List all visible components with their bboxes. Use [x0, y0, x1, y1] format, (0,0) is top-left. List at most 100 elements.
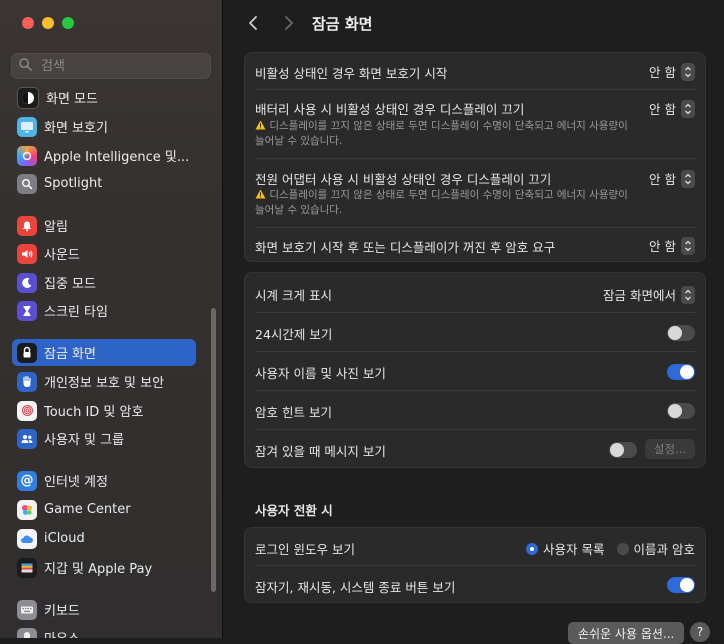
sidebar-item-label: 인터넷 계정	[44, 471, 108, 490]
zoom-window-button[interactable]	[62, 17, 74, 29]
sidebar-item-sound[interactable]: 사운드	[12, 240, 196, 267]
radio-label: 이름과 암호	[634, 539, 695, 558]
show-hint-row: 암호 힌트 보기	[245, 391, 705, 429]
sidebar-item-label: 사용자 및 그룹	[44, 429, 124, 448]
lock-screen-icon	[17, 343, 37, 363]
up-down-chevron-icon	[681, 100, 695, 118]
display-timeout-group: 비활성 상태인 경우 화면 보호기 시작 안 함 배터리 사용 시 비활성 상태…	[244, 52, 706, 262]
popup-value: 안 함	[649, 236, 676, 255]
settings-window: 화면 모드 화면 보호기 Apple Intelligence 및... Spo…	[0, 0, 724, 638]
sidebar-item-label: Game Center	[44, 502, 131, 517]
internet-accounts-icon: @	[17, 471, 37, 491]
radio-user-list[interactable]: 사용자 목록	[526, 539, 604, 558]
notifications-icon	[17, 216, 37, 236]
sidebar-item-game-center[interactable]: Game Center	[12, 496, 196, 523]
popup-value: 안 함	[649, 99, 676, 118]
accessibility-options-button[interactable]: 손쉬운 사용 옵션...	[568, 622, 684, 644]
help-button[interactable]: ?	[690, 622, 710, 642]
sidebar-item-touch-id[interactable]: Touch ID 및 암호	[12, 397, 196, 424]
require-password-row: 화면 보호기 시작 후 또는 디스플레이가 꺼진 후 암호 요구 안 함	[245, 228, 705, 262]
toolbar: 잠금 화면	[223, 0, 724, 46]
focus-icon	[17, 273, 37, 293]
warning-text: 디스플레이를 끄지 않은 상태로 두면 디스플레이 수명이 단축되고 에너지 사…	[255, 188, 635, 218]
search-field[interactable]	[11, 53, 211, 79]
message-settings-button[interactable]: 설정...	[645, 439, 695, 459]
adapter-display-off-popup[interactable]: 안 함	[649, 169, 695, 188]
sidebar-item-label: 잠금 화면	[44, 343, 96, 362]
back-button[interactable]	[243, 13, 263, 33]
sidebar-item-notifications[interactable]: 알림	[12, 212, 196, 239]
sidebar-item-wallet[interactable]: 지갑 및 Apple Pay	[12, 554, 196, 581]
sidebar-item-users[interactable]: 사용자 및 그룹	[12, 425, 196, 452]
require-password-popup[interactable]: 안 함	[649, 236, 695, 255]
sidebar-item-label: 스크린 타임	[44, 301, 108, 320]
warning-icon	[255, 189, 266, 201]
row-label: 사용자 이름 및 사진 보기	[255, 363, 386, 382]
show-message-toggle[interactable]	[609, 442, 637, 458]
sidebar-item-privacy[interactable]: 개인정보 보호 및 보안	[12, 368, 196, 395]
sidebar-item-label: 집중 모드	[44, 273, 96, 292]
chevron-left-icon	[248, 15, 258, 31]
sidebar-item-label: 키보드	[44, 600, 80, 619]
row-label: 24시간제 보기	[255, 324, 332, 343]
sidebar-item-icloud[interactable]: iCloud	[12, 525, 196, 552]
show-24h-toggle[interactable]	[667, 325, 695, 341]
sidebar-item-appearance[interactable]: 화면 모드	[12, 84, 196, 111]
sidebar-item-apple-intelligence[interactable]: Apple Intelligence 및...	[12, 142, 196, 169]
page-title: 잠금 화면	[312, 13, 372, 34]
show-24h-row: 24시간제 보기	[245, 313, 705, 351]
keyboard-icon	[17, 600, 37, 620]
sidebar-item-internet-accounts[interactable]: @ 인터넷 계정	[12, 467, 196, 494]
game-center-icon	[17, 500, 37, 520]
sidebar-item-label: 마우스	[44, 628, 80, 638]
sidebar-item-mouse[interactable]: 마우스	[12, 624, 196, 638]
minimize-window-button[interactable]	[42, 17, 54, 29]
row-label: 배터리 사용 시 비활성 상태인 경우 디스플레이 끄기	[255, 99, 524, 118]
screen-saver-start-row: 비활성 상태인 경우 화면 보호기 시작 안 함	[245, 53, 705, 89]
row-label: 화면 보호기 시작 후 또는 디스플레이가 꺼진 후 암호 요구	[255, 237, 555, 256]
appearance-icon	[17, 87, 39, 109]
window-controls	[22, 17, 74, 29]
battery-display-off-popup[interactable]: 안 함	[649, 99, 695, 118]
sidebar-item-spotlight[interactable]: Spotlight	[12, 170, 196, 197]
sidebar-item-lock-screen[interactable]: 잠금 화면	[12, 339, 196, 366]
users-icon	[17, 429, 37, 449]
screen-saver-icon	[17, 117, 37, 137]
forward-button[interactable]	[279, 13, 299, 33]
popup-value: 잠금 화면에서	[603, 285, 676, 304]
sidebar-item-label: 개인정보 보호 및 보안	[44, 372, 164, 391]
sidebar-item-screen-saver[interactable]: 화면 보호기	[12, 113, 196, 140]
lock-screen-options-group: 시계 크게 표시 잠금 화면에서 24시간제 보기 사용자 이름 및 사진 보기…	[244, 272, 706, 468]
user-switch-section-title: 사용자 전환 시	[255, 500, 333, 519]
wallet-icon	[17, 558, 37, 578]
sidebar-item-screen-time[interactable]: 스크린 타임	[12, 297, 196, 324]
apple-intelligence-icon	[17, 146, 37, 166]
show-user-photo-row: 사용자 이름 및 사진 보기	[245, 352, 705, 390]
row-label: 잠자기, 재시동, 시스템 종료 버튼 보기	[255, 577, 455, 596]
screen-saver-start-popup[interactable]: 안 함	[649, 62, 695, 81]
sidebar-item-label: 화면 모드	[46, 88, 98, 107]
sidebar-item-focus[interactable]: 집중 모드	[12, 269, 196, 296]
show-power-buttons-toggle[interactable]	[667, 577, 695, 593]
spotlight-icon	[17, 174, 37, 194]
sidebar-item-label: Spotlight	[44, 176, 102, 191]
sidebar-item-label: 사운드	[44, 244, 80, 263]
row-label: 잠겨 있을 때 메시지 보기	[255, 441, 386, 460]
sidebar-item-keyboard[interactable]: 키보드	[12, 596, 196, 623]
clock-size-popup[interactable]: 잠금 화면에서	[603, 285, 695, 304]
sidebar: 화면 모드 화면 보호기 Apple Intelligence 및... Spo…	[0, 0, 223, 638]
warning-message: 디스플레이를 끄지 않은 상태로 두면 디스플레이 수명이 단축되고 에너지 사…	[255, 120, 628, 147]
show-hint-toggle[interactable]	[667, 403, 695, 419]
sidebar-item-label: Apple Intelligence 및...	[44, 146, 189, 165]
show-power-buttons-row: 잠자기, 재시동, 시스템 종료 버튼 보기	[245, 566, 705, 603]
up-down-chevron-icon	[681, 286, 695, 304]
sidebar-scrollbar[interactable]	[211, 308, 216, 592]
search-input[interactable]	[39, 58, 203, 75]
adapter-display-off-row: 전원 어댑터 사용 시 비활성 상태인 경우 디스플레이 끄기 안 함 디스플레…	[245, 159, 705, 227]
close-window-button[interactable]	[22, 17, 34, 29]
sidebar-item-label: 알림	[44, 216, 68, 235]
login-window-row: 로그인 윈도우 보기 사용자 목록 이름과 암호	[245, 528, 705, 565]
show-user-photo-toggle[interactable]	[667, 364, 695, 380]
battery-display-off-row: 배터리 사용 시 비활성 상태인 경우 디스플레이 끄기 안 함 디스플레이를 …	[245, 90, 705, 158]
radio-name-password[interactable]: 이름과 암호	[617, 539, 695, 558]
